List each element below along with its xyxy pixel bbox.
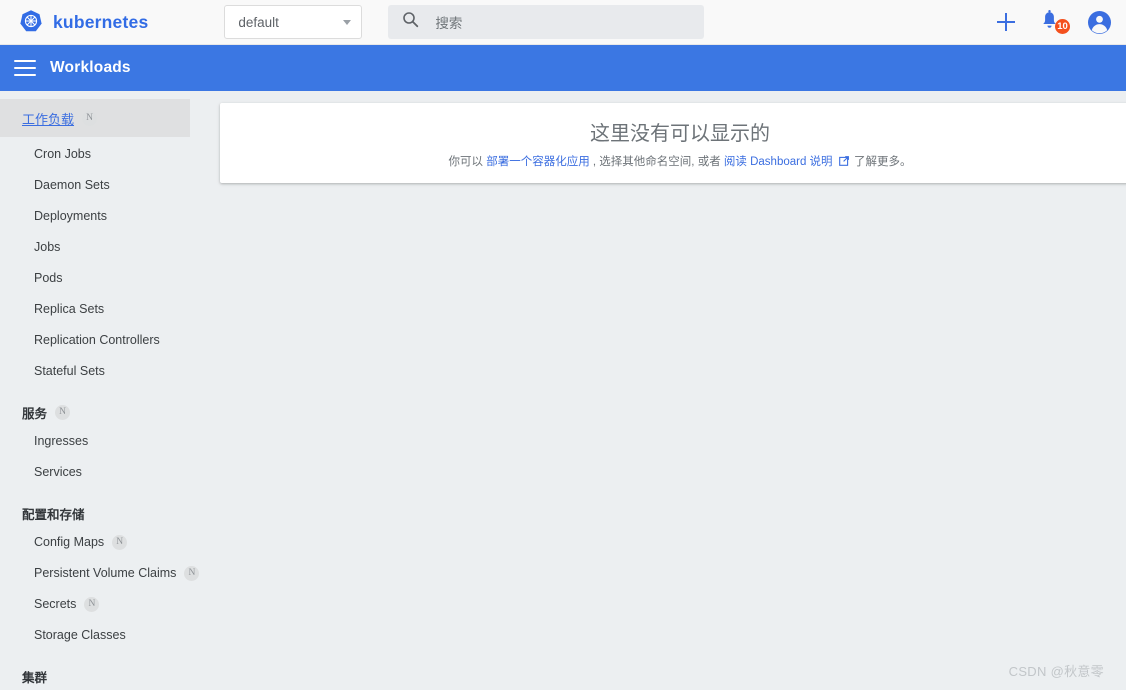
sidebar-section-label: 服务	[22, 406, 48, 421]
chevron-down-icon	[343, 19, 352, 25]
empty-state-prefix: 你可以	[448, 156, 487, 168]
sidebar-item-daemon-sets[interactable]: Daemon Sets	[0, 172, 205, 198]
sidebar-item-stateful-sets[interactable]: Stateful Sets	[0, 358, 205, 384]
sidebar-item-storage-classes[interactable]: Storage Classes	[0, 622, 205, 648]
page-header: Workloads	[0, 45, 1126, 91]
empty-state-subtitle: 你可以 部署一个容器化应用 , 选择其他命名空间, 或者 阅读 Dashboar…	[449, 153, 912, 169]
notifications-count-badge: 10	[1055, 19, 1070, 34]
sidebar-item-label: Ingresses	[34, 434, 89, 448]
sidebar-item-label: Storage Classes	[34, 628, 126, 642]
sidebar-item-label: Jobs	[34, 240, 61, 254]
watermark: CSDN @秋意零	[1008, 664, 1104, 679]
sidebar-item-label: Persistent Volume Claims	[34, 566, 177, 580]
sidebar-section-label: 集群	[22, 670, 48, 685]
sidebar-section-label: 工作负载	[22, 111, 75, 127]
sidebar-item-replica-sets[interactable]: Replica Sets	[0, 296, 205, 322]
page-title: Workloads	[50, 59, 131, 76]
sidebar-item-label: Replication Controllers	[34, 333, 160, 347]
sidebar-item-config-maps[interactable]: Config Maps N	[0, 529, 205, 555]
empty-state-middle: , 选择其他命名空间, 或者	[592, 156, 724, 168]
sidebar-item-label: Stateful Sets	[34, 364, 105, 378]
sidebar-item-cron-jobs[interactable]: Cron Jobs	[0, 141, 205, 167]
external-link-icon[interactable]	[838, 156, 852, 169]
sidebar-section-配置和存储: 配置和存储	[0, 499, 205, 527]
sidebar-item-label: Daemon Sets	[34, 178, 110, 192]
namespaced-badge: N	[55, 404, 71, 420]
sidebar-item-label: Replica Sets	[34, 302, 105, 316]
sidebar-item-jobs[interactable]: Jobs	[0, 234, 205, 260]
kubernetes-helm-logo-icon	[18, 9, 44, 35]
namespaced-badge: N	[112, 534, 128, 550]
empty-state-title: 这里没有可以显示的	[590, 123, 770, 145]
sidebar-item-secrets[interactable]: Secrets N	[0, 591, 205, 617]
sidebar-item-pods[interactable]: Pods	[0, 265, 205, 291]
top-bar: kubernetes default 搜索 10	[0, 0, 1126, 45]
search-input[interactable]: 搜索	[388, 5, 705, 39]
namespaced-badge: N	[184, 565, 200, 581]
sidebar-section-集群: 集群	[0, 662, 205, 690]
body-area: 工作负载 N Cron Jobs Daemon Sets Deployments Jobs…	[0, 91, 1126, 690]
sidebar-item-persistent-volume-claims[interactable]: Persistent Volume Claims N	[0, 560, 205, 586]
top-bar-actions: 10	[995, 10, 1112, 35]
plus-icon[interactable]	[995, 11, 1017, 33]
sidebar-item-label: Deployments	[34, 209, 107, 223]
brand-logo[interactable]: kubernetes	[18, 9, 148, 35]
sidebar-nav: 工作负载 N Cron Jobs Daemon Sets Deployments Jobs…	[0, 91, 205, 690]
notifications-button[interactable]: 10	[1039, 10, 1070, 34]
sidebar-item-deployments[interactable]: Deployments	[0, 203, 205, 229]
empty-state-card: 这里没有可以显示的 你可以 部署一个容器化应用 , 选择其他命名空间, 或者 阅…	[220, 103, 1126, 183]
dashboard-docs-link[interactable]: 阅读 Dashboard 说明	[724, 156, 833, 168]
hamburger-menu-icon[interactable]	[14, 60, 36, 76]
sidebar-section-工作负载-active[interactable]: 工作负载 N	[0, 99, 190, 137]
namespaced-badge: N	[84, 596, 100, 612]
sidebar-item-ingresses[interactable]: Ingresses	[0, 428, 205, 454]
account-circle-icon[interactable]	[1087, 10, 1112, 35]
sidebar-item-label: Pods	[34, 271, 63, 285]
sidebar-item-label: Cron Jobs	[34, 147, 91, 161]
sidebar-item-label: Services	[34, 465, 82, 479]
kubernetes-dashboard: kubernetes default 搜索 10 Workloads 工作负载 …	[0, 0, 1126, 690]
empty-state-suffix: 了解更多。	[853, 156, 912, 168]
sidebar-item-label: Config Maps	[34, 535, 105, 549]
sidebar-section-label: 配置和存储	[22, 507, 85, 522]
sidebar-item-replication-controllers[interactable]: Replication Controllers	[0, 327, 205, 353]
namespaced-badge: N	[82, 110, 98, 126]
sidebar-section-服务: 服务 N	[0, 398, 205, 426]
namespace-value: default	[238, 14, 279, 30]
deploy-app-link[interactable]: 部署一个容器化应用	[486, 156, 590, 168]
sidebar-item-label: Secrets	[34, 597, 77, 611]
namespace-selector[interactable]: default	[224, 5, 363, 39]
sidebar-item-services[interactable]: Services	[0, 459, 205, 485]
brand-name: kubernetes	[53, 11, 149, 32]
search-icon	[402, 11, 419, 33]
search-placeholder: 搜索	[435, 16, 463, 31]
